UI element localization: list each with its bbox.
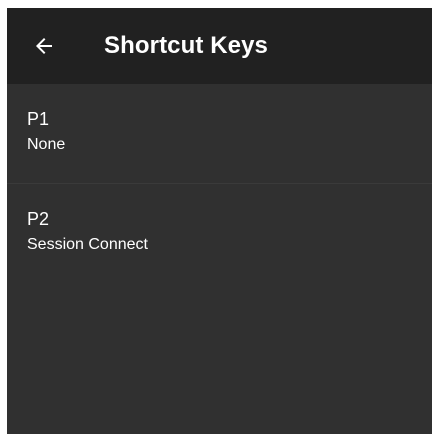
arrow-left-icon bbox=[32, 34, 56, 58]
shortcut-key-label: P2 bbox=[27, 209, 50, 229]
shortcut-item-p1[interactable]: P1 None bbox=[7, 84, 432, 184]
page-title: Shortcut Keys bbox=[104, 32, 269, 59]
app-bar: Shortcut Keys bbox=[7, 8, 432, 84]
shortcut-item-p2[interactable]: P2 Session Connect bbox=[7, 184, 432, 284]
shortcut-key-label: P1 bbox=[27, 109, 50, 129]
screen: Shortcut Keys P1 None P2 Session Connect bbox=[7, 8, 432, 434]
back-button[interactable] bbox=[24, 26, 64, 66]
shortcut-value-label: Session Connect bbox=[27, 236, 148, 253]
shortcut-list: P1 None P2 Session Connect bbox=[7, 84, 432, 284]
shortcut-value-label: None bbox=[27, 136, 66, 153]
